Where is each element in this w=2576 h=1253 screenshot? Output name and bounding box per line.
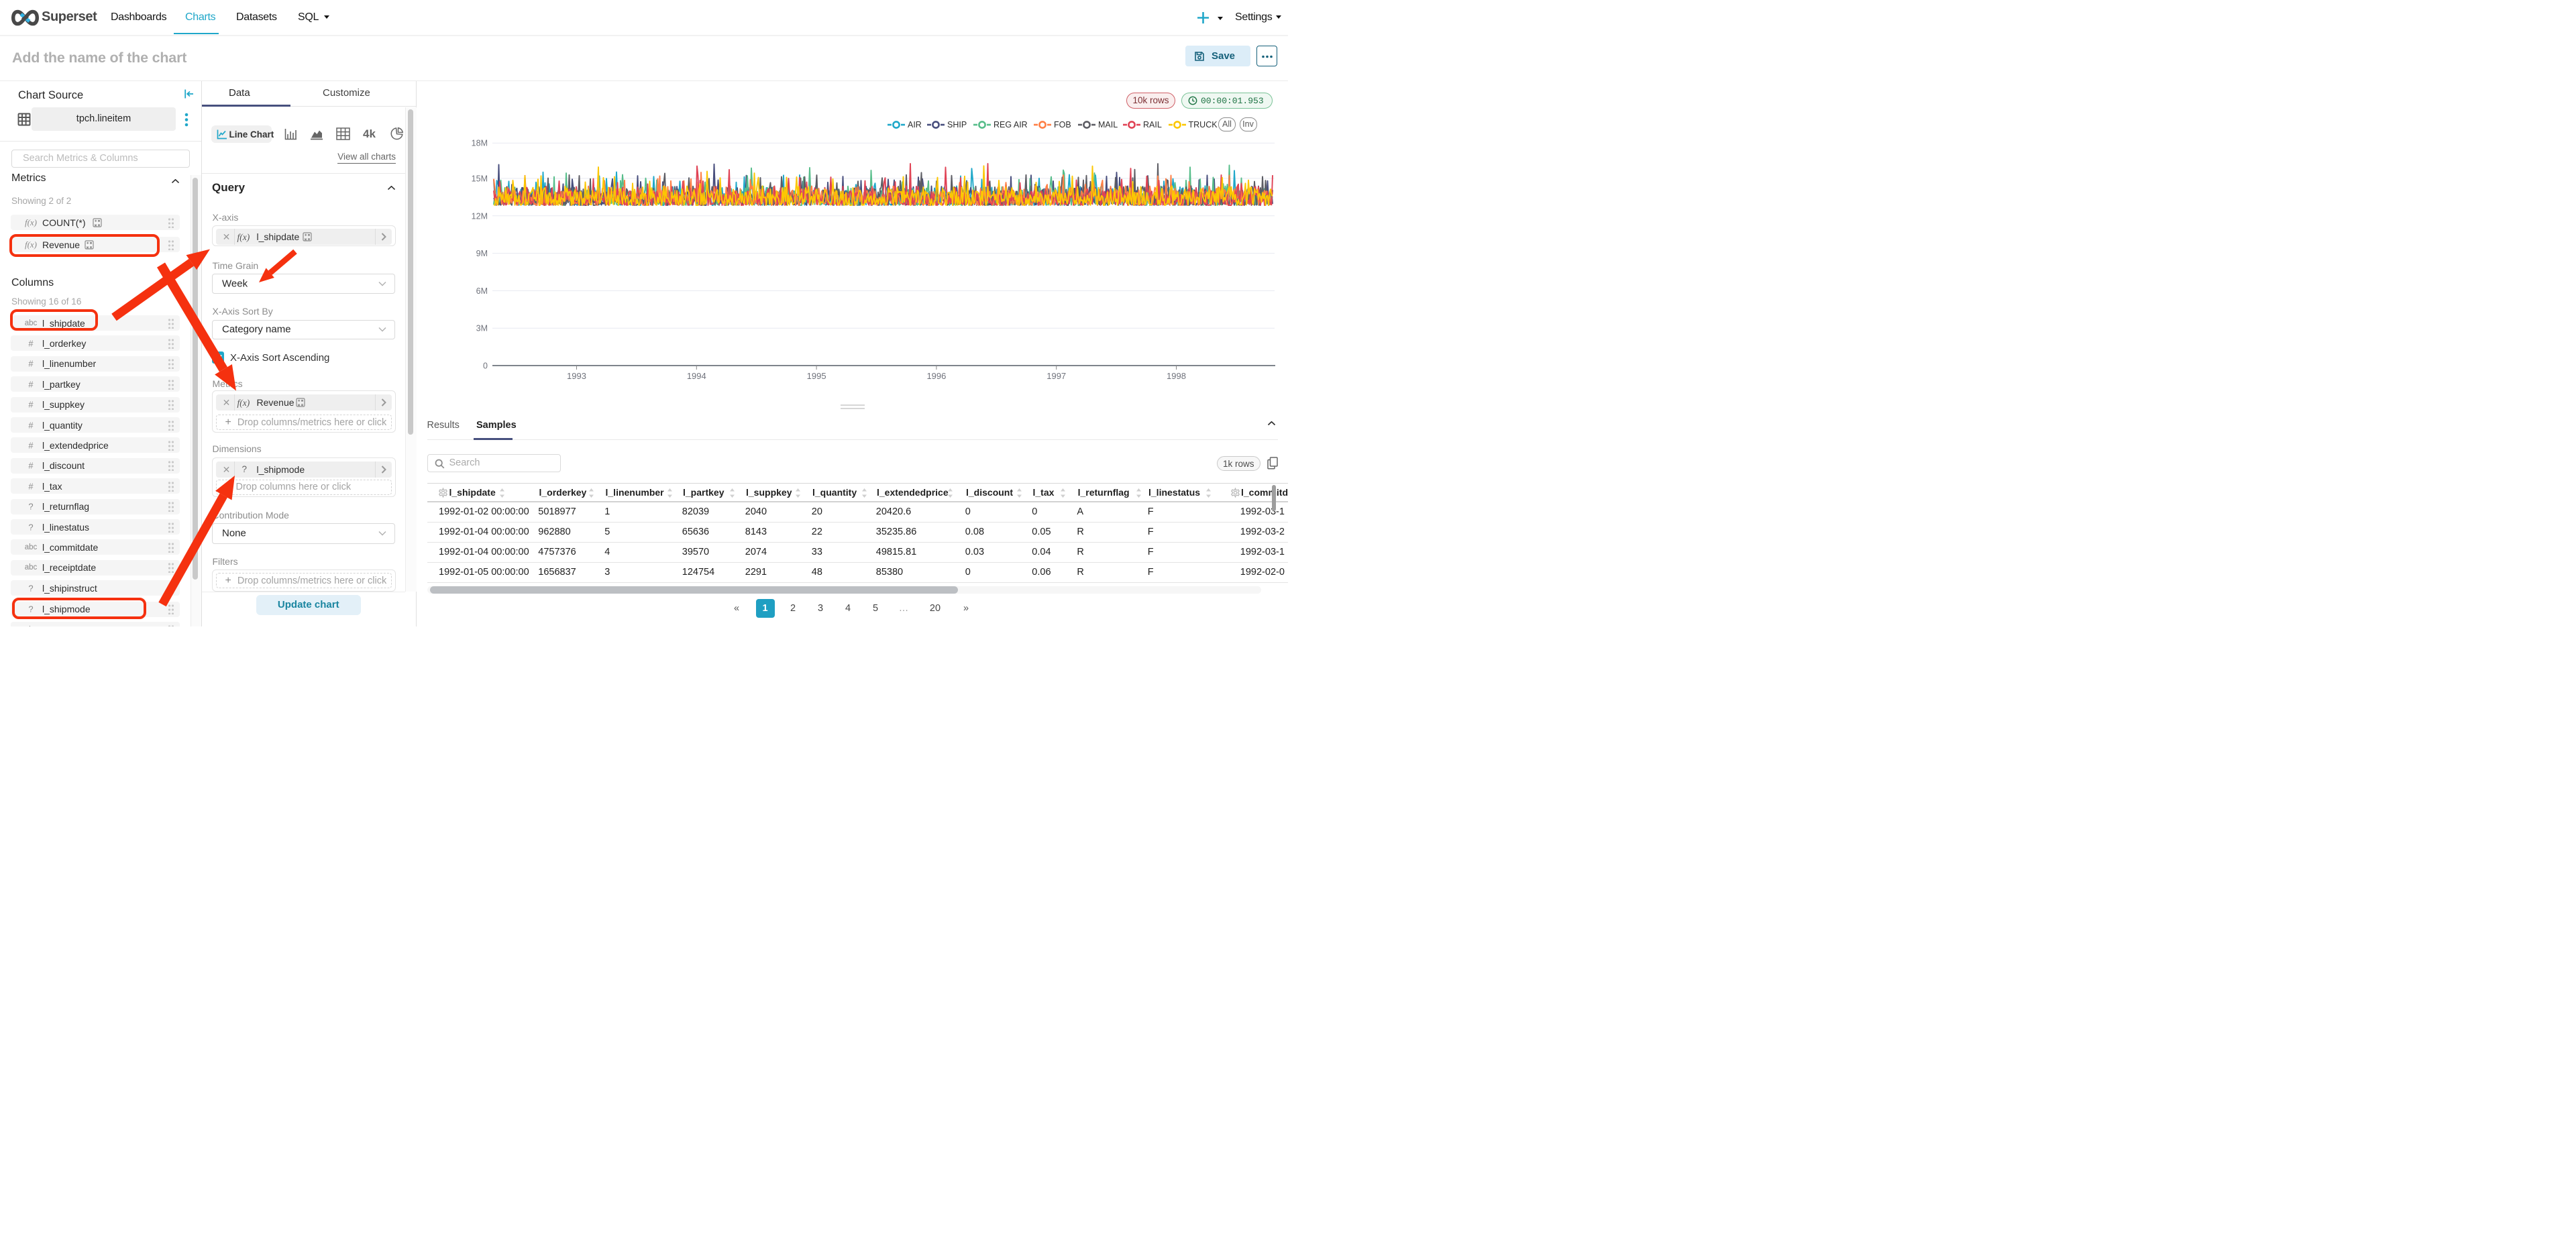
svg-text:12M: 12M [472,211,488,221]
svg-text:0: 0 [483,362,488,371]
svg-text:3M: 3M [476,324,488,333]
svg-text:1998: 1998 [1167,371,1186,381]
svg-text:1997: 1997 [1046,371,1066,381]
svg-text:9M: 9M [476,249,488,258]
svg-text:15M: 15M [472,174,488,184]
svg-text:1993: 1993 [567,371,586,381]
svg-text:18M: 18M [472,139,488,148]
svg-text:1995: 1995 [807,371,826,381]
svg-text:6M: 6M [476,286,488,296]
svg-text:1994: 1994 [687,371,706,381]
svg-text:1996: 1996 [926,371,946,381]
